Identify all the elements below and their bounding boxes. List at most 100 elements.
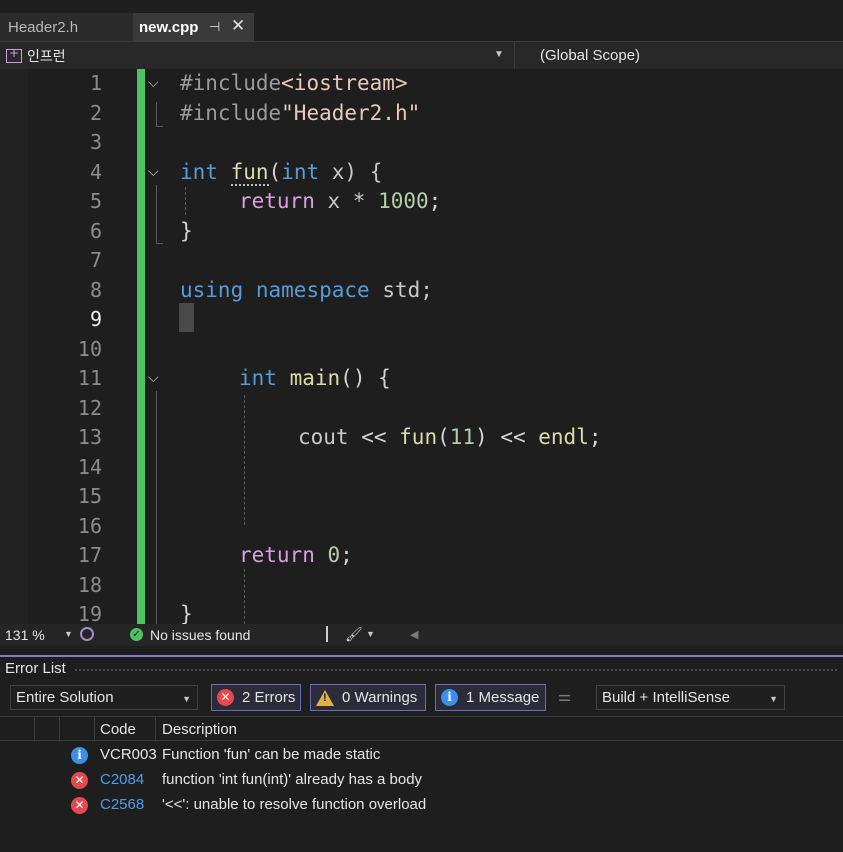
code-line: 2 #include"Header2.h" [0, 99, 843, 129]
column-header-code[interactable]: Code [100, 721, 136, 738]
token: () { [340, 366, 391, 390]
line-number: 6 [89, 218, 102, 243]
error-code-link[interactable]: C2568 [100, 796, 144, 813]
panel-active-border [0, 655, 843, 657]
line-number: 13 [77, 425, 102, 449]
copilot-icon[interactable] [80, 627, 94, 641]
line-number: 10 [77, 336, 102, 361]
line-number: 1 [89, 71, 102, 95]
chevron-down-icon[interactable]: ▼ [64, 629, 73, 639]
code-line: 16 [0, 512, 843, 542]
token: ( [437, 425, 450, 449]
line-number: 19 [77, 602, 102, 624]
token: "Header2.h" [281, 100, 421, 125]
messages-filter-button[interactable]: i 1 Message [435, 684, 546, 711]
token: } [180, 602, 193, 624]
scroll-left-icon[interactable]: ◀ [410, 628, 418, 641]
errors-filter-button[interactable]: ✕ 2 Errors [211, 684, 301, 711]
code-line: 10 [0, 335, 843, 365]
token: main [289, 366, 341, 390]
code-line: 17 return 0; [0, 541, 843, 571]
filter-icon[interactable]: ⚌ [558, 687, 571, 705]
token: namespace [255, 277, 370, 302]
token: fun [230, 159, 269, 186]
error-code-link[interactable]: C2084 [100, 771, 144, 788]
code-line: 12 [0, 394, 843, 424]
scope-label: (Global Scope) [540, 47, 641, 64]
panel-title[interactable]: Error List [5, 660, 66, 677]
error-row[interactable]: ✕ C2568 '<<': unable to resolve function… [0, 793, 843, 818]
navigation-bar: 인프런 ▼ (Global Scope) [0, 41, 843, 69]
token: << [348, 425, 400, 449]
error-icon: ✕ [71, 797, 88, 814]
token: ; [340, 543, 353, 567]
line-number: 12 [77, 395, 102, 420]
line-number: 3 [89, 130, 102, 154]
code-editor[interactable]: 1 ⌵ #include<iostream> 2 #include"Header… [0, 69, 843, 624]
project-dropdown[interactable]: 인프런 [0, 42, 510, 69]
warning-icon: ! [316, 689, 334, 706]
collapse-icon[interactable]: ⌵ [148, 364, 159, 394]
error-list-panel: Error List Entire Solution ▼ ✕ 2 Errors … [0, 646, 843, 852]
check-circle-icon: ✓ [130, 628, 143, 641]
token: } [180, 218, 193, 243]
code-line: 18 [0, 571, 843, 601]
document-tab-strip: Header2.h new.cpp ⊣ ✕ [0, 0, 843, 41]
code-line: 6 } [0, 217, 843, 247]
code-cleanup-icon[interactable]: 🖌 [345, 626, 363, 643]
chevron-down-icon[interactable]: ▼ [494, 49, 504, 60]
scope-dropdown[interactable]: (Global Scope) [514, 42, 843, 69]
token: 11 [449, 425, 476, 449]
error-row[interactable]: i VCR003 Function 'fun' can be made stat… [0, 743, 843, 768]
warnings-filter-button[interactable]: ! 0 Warnings [310, 684, 426, 711]
pin-icon[interactable]: ⊣ [209, 19, 220, 35]
code-line: 1 ⌵ #include<iostream> [0, 69, 843, 99]
token: return [239, 189, 315, 213]
build-mode-dropdown[interactable]: Build + IntelliSense ▼ [596, 685, 785, 710]
code-line: 5 return x * 1000; [0, 187, 843, 217]
zoom-level[interactable]: 131 % [5, 627, 45, 643]
editor-status-bar: 131 % ▼ ✓ No issues found 🖌 ▼ ◀ [0, 624, 843, 646]
line-number: 9 [89, 307, 102, 331]
close-icon[interactable]: ✕ [231, 16, 245, 36]
panel-grip[interactable] [74, 668, 839, 673]
token: ( [268, 159, 282, 184]
token: std; [369, 277, 433, 302]
scope-dropdown[interactable]: Entire Solution ▼ [10, 685, 198, 710]
code-line: 14 [0, 453, 843, 483]
token: return [239, 543, 315, 567]
code-line: 11 ⌵ int main() { [0, 364, 843, 394]
info-icon: i [71, 747, 88, 764]
tab-new-cpp[interactable]: new.cpp ⊣ ✕ [133, 13, 254, 41]
tab-label: Header2.h [8, 18, 79, 36]
token: cout [298, 425, 349, 449]
collapse-icon[interactable]: ⌵ [148, 158, 159, 188]
line-number: 15 [77, 484, 102, 508]
token: #include [180, 100, 282, 125]
token: endl [538, 425, 589, 449]
token: int [180, 159, 218, 184]
error-icon: ✕ [71, 772, 88, 789]
chevron-down-icon[interactable]: ▼ [366, 629, 375, 639]
warnings-filter-label: 0 Warnings [342, 689, 418, 706]
column-header-description[interactable]: Description [162, 721, 237, 738]
collapse-icon[interactable]: ⌵ [148, 69, 159, 99]
code-line: 8 using namespace std; [0, 276, 843, 306]
issues-status[interactable]: No issues found [150, 627, 250, 643]
token: using [180, 277, 244, 302]
column-divider [155, 717, 156, 742]
code-line: 15 [0, 482, 843, 512]
error-row[interactable]: ✕ C2084 function 'int fun(int)' already … [0, 768, 843, 793]
column-divider [34, 717, 35, 742]
tab-header2-h[interactable]: Header2.h [0, 13, 133, 41]
token: int [239, 366, 277, 390]
token: ; [588, 425, 602, 449]
error-code: VCR003 [100, 746, 157, 763]
chevron-down-icon: ▼ [769, 694, 778, 704]
error-description: Function 'fun' can be made static [162, 746, 381, 763]
tab-label: new.cpp [139, 18, 199, 36]
